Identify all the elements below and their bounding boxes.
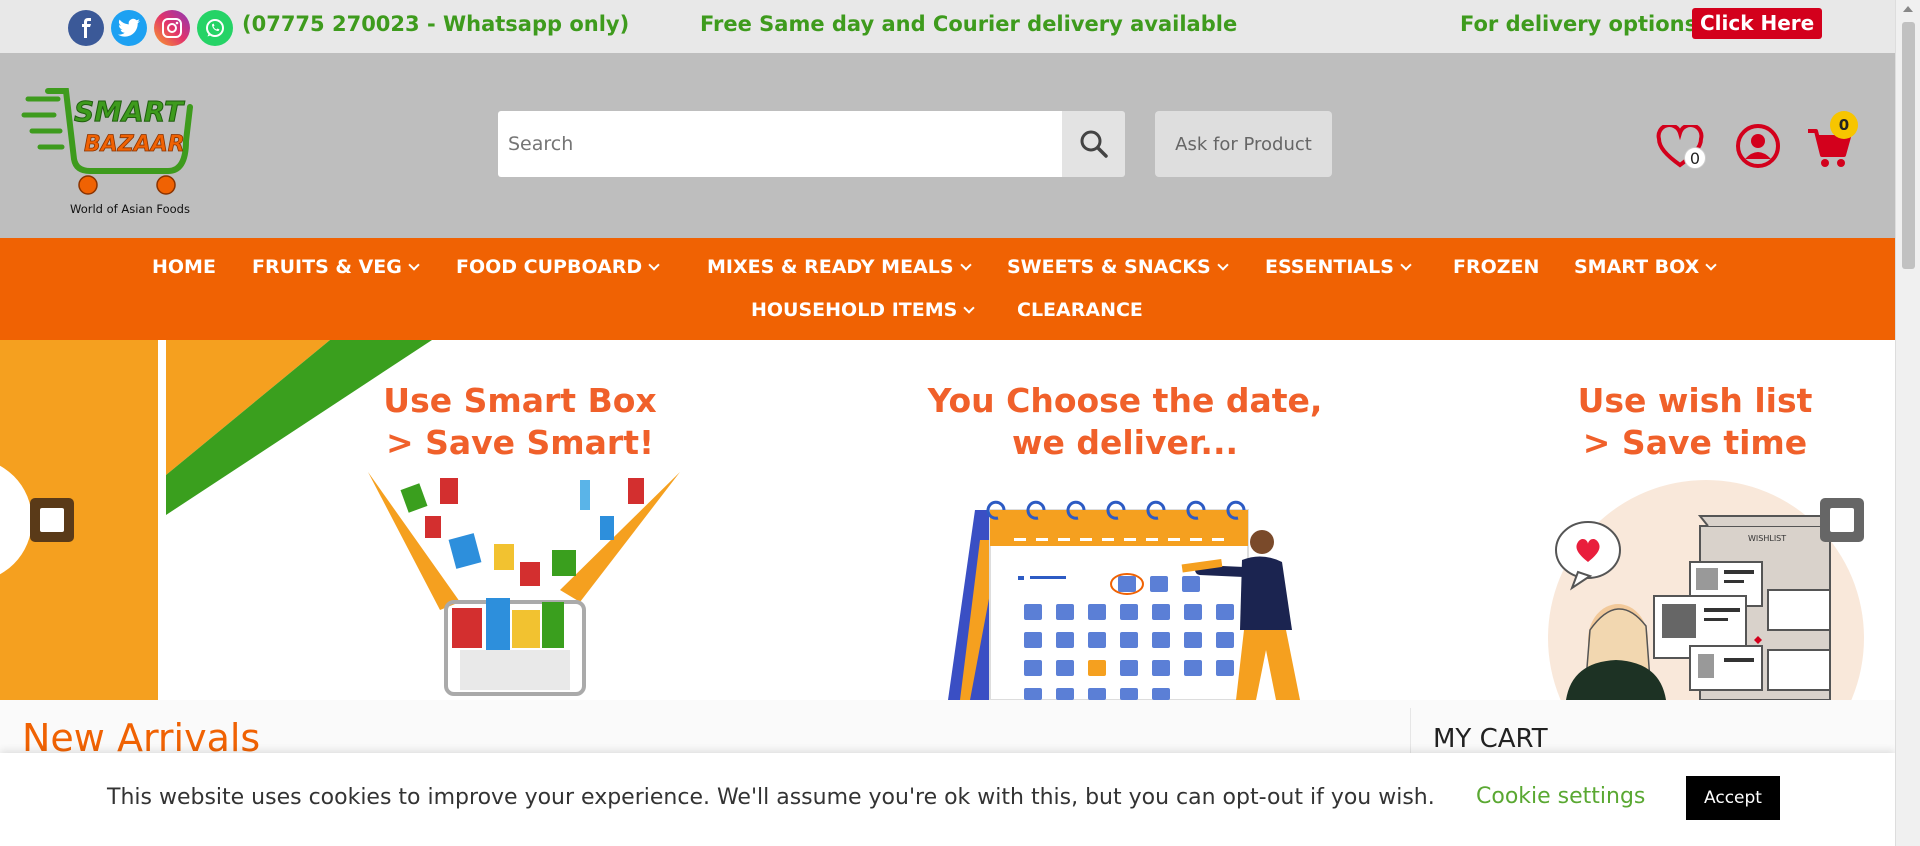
instagram-icon[interactable]: [154, 10, 190, 46]
social-links: [68, 10, 233, 46]
wishlist-count-badge: 0: [1684, 147, 1706, 169]
svg-text:SMART: SMART: [74, 95, 185, 128]
nav-clearance[interactable]: CLEARANCE: [1017, 299, 1143, 321]
slide-title-line: Use wish list: [1577, 381, 1813, 420]
nav-sweets-snacks[interactable]: SWEETS & SNACKS: [1007, 256, 1229, 278]
nav-home[interactable]: HOME: [152, 256, 216, 278]
chevron-down-icon: [1400, 258, 1412, 271]
facebook-icon[interactable]: [68, 10, 104, 46]
nav-label: ESSENTIALS: [1265, 256, 1394, 278]
phone-number: (07775 270023 - Whatsapp only): [242, 12, 630, 36]
site-header: SMART BAZAAR World of Asian Foods Ask fo…: [0, 53, 1895, 238]
search-input[interactable]: [498, 111, 1062, 177]
account-button[interactable]: [1735, 123, 1781, 173]
nav-household-items[interactable]: HOUSEHOLD ITEMS: [751, 299, 975, 321]
cookie-settings-link[interactable]: Cookie settings: [1476, 784, 1645, 809]
nav-fruits-veg[interactable]: FRUITS & VEG: [252, 256, 420, 278]
hero-banner-carousel: WISHLIST Use Smart Box > Save Smart! You…: [0, 340, 1895, 700]
cookie-consent-bar: This website uses cookies to improve you…: [0, 753, 1895, 846]
main-navigation: HOME FRUITS & VEG FOOD CUPBOARD MIXES & …: [0, 238, 1895, 340]
carousel-next-button[interactable]: [1820, 498, 1864, 542]
slide-delivery-date-title: You Choose the date, we deliver...: [890, 380, 1360, 464]
nav-label: HOME: [152, 256, 216, 278]
scrollbar-thumb[interactable]: [1902, 22, 1915, 269]
top-bar: (07775 270023 - Whatsapp only) Free Same…: [0, 0, 1895, 53]
user-icon: [1736, 124, 1780, 168]
nav-label: HOUSEHOLD ITEMS: [751, 299, 958, 321]
ask-for-product-button[interactable]: Ask for Product: [1155, 111, 1332, 177]
nav-food-cupboard[interactable]: FOOD CUPBOARD: [456, 256, 660, 278]
slide-title-line: we deliver...: [1011, 423, 1239, 462]
carousel-prev-button[interactable]: [30, 498, 74, 542]
nav-mixes-ready-meals[interactable]: MIXES & READY MEALS: [707, 256, 972, 278]
chevron-down-icon: [408, 258, 420, 271]
slide-title-line: > Save Smart!: [385, 423, 655, 462]
chevron-down-icon: [648, 258, 660, 271]
search-button[interactable]: [1062, 111, 1125, 177]
svg-text:World of Asian Foods: World of Asian Foods: [70, 202, 190, 216]
nav-smart-box[interactable]: SMART BOX: [1574, 256, 1717, 278]
cart-count-badge: 0: [1830, 111, 1858, 139]
search-icon: [1080, 130, 1108, 158]
chevron-down-icon: [1217, 258, 1229, 271]
svg-text:BAZAAR: BAZAAR: [84, 132, 185, 157]
slide-title-line: > Save time: [1582, 423, 1808, 462]
slide-title-line: You Choose the date,: [927, 381, 1323, 420]
accept-cookies-button[interactable]: Accept: [1686, 776, 1780, 820]
wishlist-button[interactable]: 0: [1656, 123, 1706, 173]
delivery-options-label: For delivery options: [1460, 12, 1698, 36]
search-bar: [498, 111, 1125, 177]
nav-label: SWEETS & SNACKS: [1007, 256, 1211, 278]
chevron-down-icon: [963, 301, 975, 314]
slide-title-line: Use Smart Box: [383, 381, 657, 420]
twitter-icon[interactable]: [111, 10, 147, 46]
slide-smart-box-title: Use Smart Box > Save Smart!: [330, 380, 710, 464]
nav-essentials[interactable]: ESSENTIALS: [1265, 256, 1412, 278]
scroll-up-arrow-icon[interactable]: [1903, 6, 1913, 12]
chevron-down-icon: [959, 258, 972, 271]
nav-frozen[interactable]: FROZEN: [1453, 256, 1539, 278]
smart-bazaar-logo[interactable]: SMART BAZAAR World of Asian Foods: [18, 79, 198, 219]
my-cart-heading: MY CART: [1433, 724, 1548, 754]
nav-label: SMART BOX: [1574, 256, 1700, 278]
prev-arrow-icon: [40, 508, 64, 532]
nav-label: MIXES & READY MEALS: [707, 256, 954, 278]
nav-label: FOOD CUPBOARD: [456, 256, 643, 278]
chevron-down-icon: [1705, 258, 1717, 271]
click-here-button[interactable]: Click Here: [1692, 8, 1823, 39]
nav-label: CLEARANCE: [1017, 299, 1143, 321]
next-arrow-icon: [1830, 508, 1854, 532]
nav-label: FROZEN: [1453, 256, 1540, 278]
delivery-promo: Free Same day and Courier delivery avail…: [700, 12, 1238, 36]
page-scrollbar[interactable]: [1895, 0, 1920, 846]
slide-wishlist-title: Use wish list > Save time: [1530, 380, 1860, 464]
cookie-message: This website uses cookies to improve you…: [107, 785, 1435, 810]
cart-button[interactable]: 0: [1806, 111, 1858, 173]
whatsapp-icon[interactable]: [197, 10, 233, 46]
nav-label: FRUITS & VEG: [252, 256, 402, 278]
wishlist-tag-text: WISHLIST: [1748, 534, 1786, 543]
